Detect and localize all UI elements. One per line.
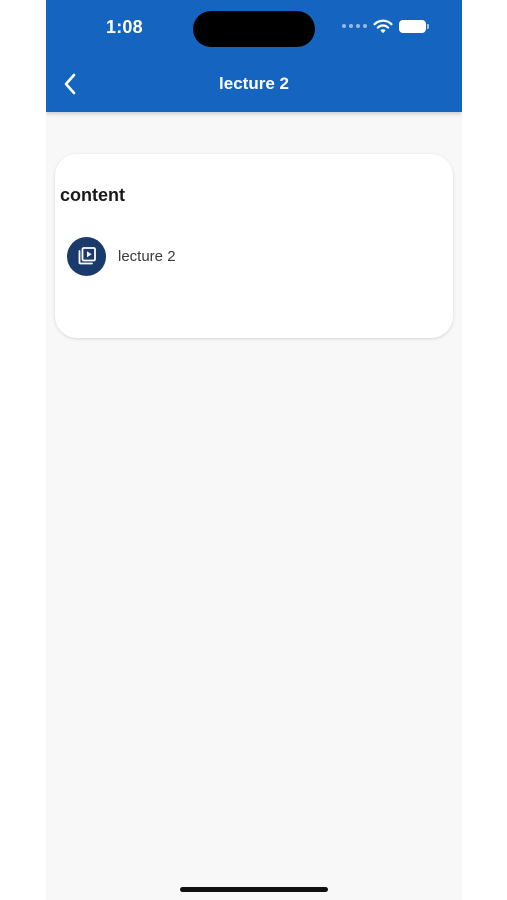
page-title: lecture 2	[219, 74, 289, 93]
phone-screen: 1:08 lecture 2 content lecture 2	[46, 0, 462, 900]
app-bar: 1:08 lecture 2	[46, 0, 462, 112]
home-indicator[interactable]	[180, 887, 328, 892]
card-heading: content	[60, 185, 125, 205]
status-icons	[342, 18, 429, 34]
dynamic-island	[193, 11, 315, 47]
item-label: lecture 2	[118, 247, 176, 265]
list-item-lecture[interactable]: lecture 2	[67, 236, 437, 276]
cellular-signal-icon	[342, 24, 367, 28]
battery-icon	[399, 19, 429, 33]
item-icon-circle	[67, 236, 106, 276]
status-time: 1:08	[106, 17, 143, 37]
wifi-icon	[373, 19, 393, 34]
content-card: content lecture 2	[55, 154, 453, 338]
video-library-icon	[78, 247, 96, 265]
